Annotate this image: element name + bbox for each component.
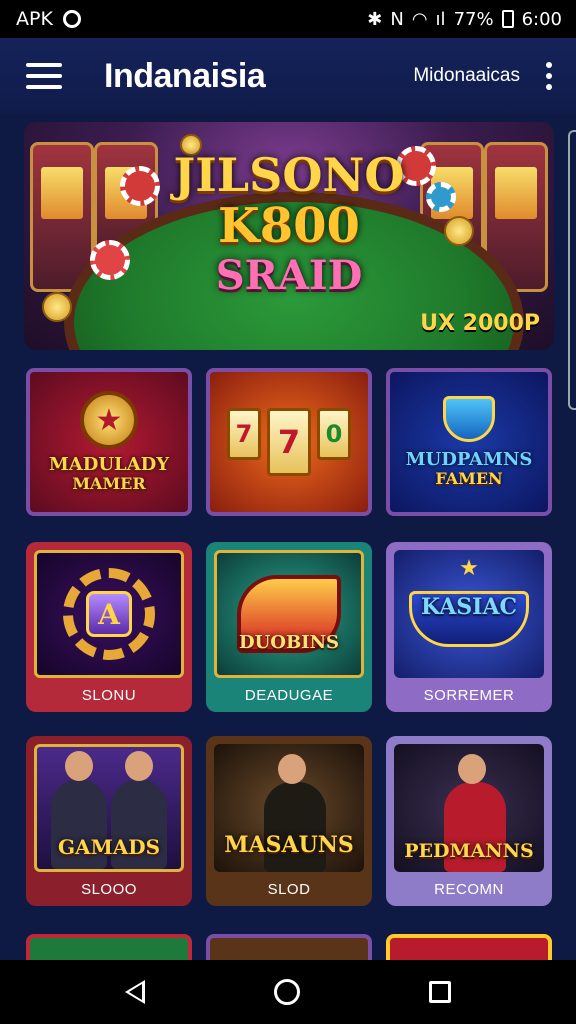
kebab-icon[interactable] [544, 62, 554, 90]
card-art: DUOBINS [214, 550, 364, 678]
app-subtitle[interactable]: Midonaaicas [413, 65, 520, 87]
game-card[interactable]: MASAUNS SLOD [206, 736, 372, 906]
scroll-indicator [568, 130, 576, 410]
card-art: PEDMANNS [394, 744, 544, 872]
status-right: ✱ N ◠ ıl 77% 6:00 [367, 9, 562, 30]
card-art-title: GAMADS [57, 835, 161, 859]
bluetooth-icon: ✱ [367, 8, 383, 30]
shield-emblem-icon [443, 396, 495, 443]
star-badge-icon: ★ [459, 556, 479, 581]
card-art: GAMADS [34, 744, 184, 872]
nfc-icon: N [390, 8, 404, 30]
card-art: MASAUNS [214, 744, 364, 872]
system-nav-bar [0, 960, 576, 1024]
card-art-title: PEDMANNS [404, 840, 534, 862]
promo-banner[interactable]: JILSONO K800 SRAID UX 2000P [24, 122, 554, 350]
game-tile[interactable]: MUDPAMNS FAMEN [386, 368, 552, 516]
status-left: APK [16, 8, 81, 30]
game-card[interactable]: ★ KASIAC SORREMER [386, 542, 552, 712]
tile-subtitle: MAMER [72, 474, 146, 494]
card-caption: SLONU [81, 686, 137, 704]
battery-icon [501, 10, 514, 28]
chip-wheel-icon: A [63, 568, 155, 660]
signal-icon: ıl [435, 8, 446, 30]
tile-title: MUDPAMNS [405, 449, 533, 471]
nav-recents-icon[interactable] [429, 981, 452, 1003]
star-emblem-icon: ★ [80, 391, 138, 450]
card-art: ★ KASIAC [394, 550, 544, 678]
card-caption: RECOMN [434, 880, 504, 898]
status-bar: APK ✱ N ◠ ıl 77% 6:00 [0, 0, 576, 38]
game-card[interactable]: DUOBINS DEADUGAE [206, 542, 372, 712]
status-app-label: APK [16, 8, 53, 30]
status-time: 6:00 [521, 8, 562, 30]
card-art-title: DUOBINS [238, 632, 340, 653]
game-card[interactable]: A SLONU [26, 542, 192, 712]
app-bar: Indanaisia Midonaaicas [0, 38, 576, 114]
notification-icon [62, 10, 81, 28]
card-caption: DEADUGAE [244, 686, 334, 704]
tile-title: MADULADY [48, 454, 170, 476]
game-tile[interactable]: 7 7 0 [206, 368, 372, 516]
app-title: Indanaisia [104, 56, 266, 95]
banner-title-line2: K800 [218, 198, 360, 254]
person-graphic [264, 754, 326, 872]
hamburger-icon[interactable] [26, 63, 62, 89]
card-caption: SLOD [267, 880, 311, 898]
game-card[interactable]: PEDMANNS RECOMN [386, 736, 552, 906]
card-art-title: KASIAC [420, 594, 518, 620]
game-card[interactable]: GAMADS SLOOO [26, 736, 192, 906]
card-art-title: MASAUNS [224, 832, 354, 858]
banner-title-line3: SRAID [215, 252, 363, 299]
banner-jackpot-text: UX 2000P [420, 311, 540, 336]
card-caption: SORREMER [423, 686, 515, 704]
tile-subtitle: FAMEN [435, 469, 503, 489]
nav-home-icon[interactable] [273, 979, 300, 1005]
slot-reels-icon: 7 7 0 [227, 408, 351, 476]
card-caption: SLOOO [81, 880, 137, 898]
wifi-icon: ◠ [411, 8, 428, 30]
card-art: A [34, 550, 184, 678]
nav-back-icon[interactable] [124, 980, 145, 1004]
banner-title-line1: JILSONO [173, 148, 405, 202]
battery-percent: 77% [453, 8, 494, 30]
game-grid: ★ MADULADY MAMER 7 7 0 MUDPAMNS FAMEN A … [26, 368, 552, 930]
game-tile[interactable]: ★ MADULADY MAMER [26, 368, 192, 516]
